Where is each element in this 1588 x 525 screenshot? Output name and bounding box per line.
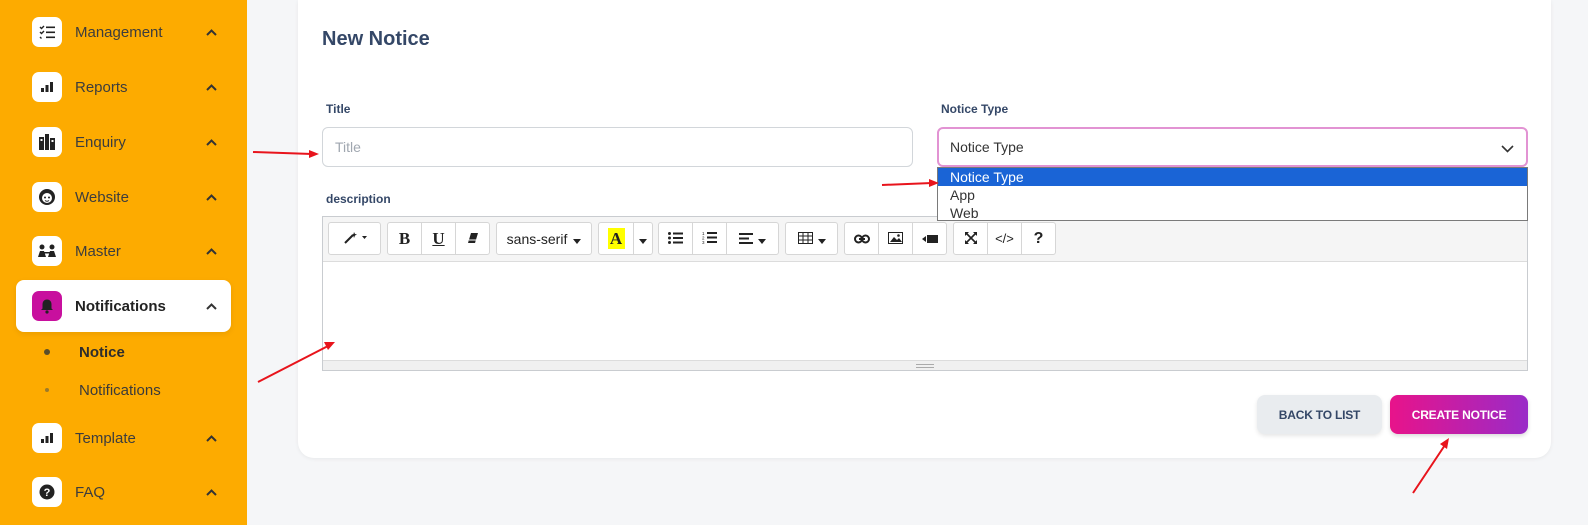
sidebar-item-enquiry[interactable]: Enquiry [16,116,231,168]
back-to-list-button[interactable]: BACK TO LIST [1257,395,1382,434]
sidebar-item-label: Master [75,242,121,260]
help-icon: ? [1033,229,1044,247]
numbered-list-icon: 123 [702,231,717,247]
sidebar-item-label: Template [75,429,136,447]
sidebar-item-management[interactable]: Management [16,6,231,58]
notice-type-option[interactable]: Notice Type [938,168,1527,186]
chevron-up-icon [205,136,217,148]
title-label: Title [326,102,351,116]
page-title: New Notice [322,28,430,50]
sidebar-item-label: Reports [75,78,128,96]
description-label: description [326,192,391,206]
create-notice-button[interactable]: CREATE NOTICE [1390,395,1528,434]
style-magic-button[interactable] [328,222,381,255]
link-button[interactable] [844,222,879,255]
text-color-dropdown[interactable] [633,222,653,255]
new-notice-card: New Notice Title Notice Type Notice Type… [298,0,1551,458]
face-icon [32,182,62,212]
align-left-icon [739,231,753,247]
bar-chart-icon [32,72,62,102]
notice-type-option[interactable]: Web [938,204,1527,222]
checklist-icon [32,17,62,47]
chevron-up-icon [205,486,217,498]
rich-text-editor: B U sans-serif A 123 </> ? [322,216,1528,371]
notice-type-dropdown: Notice Type App Web [937,167,1528,221]
sidebar-item-template[interactable]: Template [16,412,231,464]
bold-icon: B [398,228,411,248]
caret-down-icon [758,231,766,247]
bold-button[interactable]: B [387,222,422,255]
bell-icon [32,291,62,321]
building-icon [32,127,62,157]
bullet-list-button[interactable] [658,222,693,255]
link-icon [853,231,870,247]
font-family-select[interactable]: sans-serif [496,222,592,255]
bullet-icon [45,388,49,392]
chevron-up-icon [205,300,217,312]
chevron-up-icon [205,191,217,203]
sidebar-item-label: Notifications [75,297,166,315]
sidebar-item-label: FAQ [75,483,106,501]
magic-wand-icon [343,230,367,247]
underline-button[interactable]: U [421,222,456,255]
sidebar: Management Reports Enquiry Website Maste… [0,0,247,525]
numbered-list-button[interactable]: 123 [692,222,727,255]
fullscreen-button[interactable] [953,222,988,255]
sidebar-item-label: Website [75,188,129,206]
chevron-down-icon [1501,140,1514,156]
text-color-button[interactable]: A [598,222,634,255]
sidebar-item-master[interactable]: Master [16,225,231,277]
eraser-icon [467,231,479,247]
notice-type-label: Notice Type [941,102,1009,116]
notice-type-option[interactable]: App [938,186,1527,204]
editor-resize-handle[interactable] [323,360,1527,370]
help-button[interactable]: ? [1021,222,1056,255]
chevron-up-icon [205,81,217,93]
sidebar-item-faq[interactable]: ? FAQ [16,466,231,518]
chevron-up-icon [205,26,217,38]
table-button[interactable] [785,222,838,255]
text-color-icon: A [607,228,625,249]
sidebar-subitem-label: Notice [79,343,125,361]
image-icon [888,231,903,247]
paragraph-align-button[interactable] [726,222,779,255]
video-icon [921,231,938,247]
code-view-button[interactable]: </> [987,222,1022,255]
question-circle-icon: ? [32,477,62,507]
code-icon: </> [995,231,1014,246]
fullscreen-icon [964,231,977,247]
sidebar-item-label: Enquiry [75,133,126,151]
image-button[interactable] [878,222,913,255]
description-editor-area[interactable] [323,262,1527,360]
grip-icon [916,363,934,368]
chevron-up-icon [205,245,217,257]
caret-down-icon [817,231,826,247]
chevron-up-icon [205,432,217,444]
people-icon [32,236,62,266]
title-input[interactable] [322,127,913,167]
bullet-icon [44,349,50,355]
video-button[interactable] [912,222,947,255]
svg-text:3: 3 [702,240,705,244]
caret-down-icon [639,231,647,247]
editor-toolbar: B U sans-serif A 123 </> ? [323,217,1527,262]
sidebar-item-website[interactable]: Website [16,171,231,223]
notice-type-selected-value: Notice Type [950,139,1024,155]
table-icon [797,231,813,247]
svg-text:?: ? [44,487,51,499]
sidebar-item-label: Management [75,23,163,41]
sidebar-subitem-notice[interactable]: Notice [44,342,125,362]
sidebar-subitem-notifications[interactable]: Notifications [44,380,161,400]
sidebar-item-reports[interactable]: Reports [16,61,231,113]
bullet-list-icon [668,231,683,247]
sidebar-subitem-label: Notifications [79,381,161,399]
clear-format-button[interactable] [455,222,490,255]
font-name: sans-serif [506,230,568,247]
sidebar-item-notifications[interactable]: Notifications [16,280,231,332]
caret-down-icon [573,231,582,247]
underline-icon: U [432,228,445,248]
bar-chart-icon [32,423,62,453]
notice-type-select[interactable]: Notice Type [937,127,1528,167]
